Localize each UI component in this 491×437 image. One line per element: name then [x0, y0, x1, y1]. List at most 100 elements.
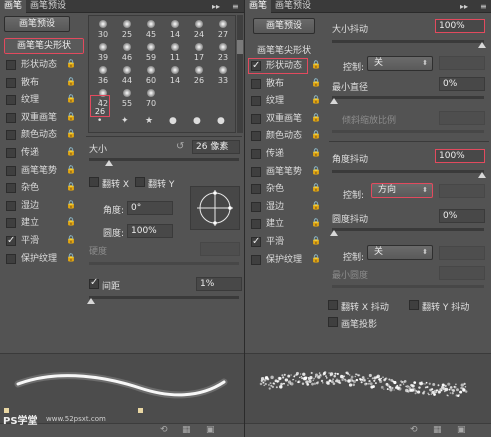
brush-tip-shape-item[interactable]: 画笔笔尖形状: [4, 38, 84, 54]
option-checkbox[interactable]: [6, 148, 16, 158]
option-checkbox[interactable]: [6, 183, 16, 194]
angle-jitter-slider[interactable]: [332, 170, 486, 178]
brush-tip-cell[interactable]: 25: [115, 18, 139, 41]
option-checkbox[interactable]: [251, 184, 261, 195]
option-item[interactable]: 保护纹理 🔒: [4, 252, 84, 266]
option-checkbox[interactable]: [6, 112, 16, 123]
min-diameter-knob[interactable]: [330, 98, 338, 104]
option-item[interactable]: 建立 🔒: [249, 217, 329, 231]
tab-brush[interactable]: 画笔: [0, 0, 27, 13]
control-select-roundness[interactable]: 关 ⬍: [367, 245, 433, 260]
brush-tip-cell[interactable]: 36: [91, 64, 115, 87]
option-item[interactable]: 保护纹理 🔒: [249, 253, 329, 267]
brush-tip-cell[interactable]: 46: [115, 41, 139, 64]
option-checkbox[interactable]: [251, 113, 261, 124]
brush-tip-cell[interactable]: 39: [91, 41, 115, 64]
roundness-field[interactable]: 100%: [127, 224, 173, 238]
option-checkbox[interactable]: [251, 219, 261, 230]
option-item[interactable]: 传递 🔒: [4, 146, 84, 160]
size-jitter-knob[interactable]: [478, 42, 486, 48]
brush-tip-cell[interactable]: 45: [139, 18, 163, 41]
option-item[interactable]: 建立 🔒: [4, 216, 84, 230]
option-checkbox[interactable]: [6, 234, 16, 248]
brush-presets-button[interactable]: 画笔预设: [253, 18, 315, 34]
option-item[interactable]: 纹理 🔒: [4, 93, 84, 107]
angle-jitter-field[interactable]: 100%: [435, 149, 485, 163]
size-slider-knob[interactable]: [105, 160, 113, 166]
option-checkbox[interactable]: [251, 149, 261, 159]
option-checkbox[interactable]: [6, 218, 16, 229]
brush-shape-icon[interactable]: ●: [217, 116, 225, 126]
roundness-jitter-knob[interactable]: [330, 230, 338, 236]
angle-field[interactable]: 0°: [127, 201, 173, 215]
tab-brush-presets[interactable]: 画笔预设: [26, 0, 70, 13]
spacing-checkbox[interactable]: ✓: [89, 277, 99, 289]
option-checkbox[interactable]: [251, 254, 261, 265]
brush-tip-cell[interactable]: 44: [115, 64, 139, 87]
option-checkbox[interactable]: [251, 131, 261, 142]
toggle-icon[interactable]: ⟲: [410, 425, 418, 435]
grid-scrollbar[interactable]: [237, 15, 243, 133]
new-brush-icon[interactable]: ▣: [206, 425, 215, 435]
collapse-icon[interactable]: ▸▸: [212, 1, 220, 12]
brush-tip-cell[interactable]: 27: [211, 18, 235, 41]
brush-tip-shape-item[interactable]: 画笔笔尖形状: [257, 43, 311, 56]
option-checkbox[interactable]: [6, 77, 16, 88]
control-select-size[interactable]: 关 ⬍: [367, 56, 433, 71]
reset-size-icon[interactable]: ↺: [176, 141, 184, 152]
new-brush-icon[interactable]: ▣: [457, 425, 466, 435]
spacing-slider[interactable]: [87, 296, 239, 304]
toggle-icon[interactable]: ⟲: [160, 425, 168, 435]
brush-tip-cell[interactable]: 26: [187, 64, 211, 87]
option-checkbox[interactable]: [6, 130, 16, 141]
option-item[interactable]: 颜色动态 🔒: [249, 129, 329, 143]
option-checkbox[interactable]: [251, 235, 261, 249]
option-item[interactable]: 平滑 🔒: [249, 235, 329, 249]
brush-shape-icon[interactable]: ✦: [121, 116, 129, 126]
brush-shape-icon[interactable]: ★: [145, 116, 153, 126]
tab-brush-presets[interactable]: 画笔预设: [271, 0, 315, 13]
roundness-jitter-field[interactable]: 0%: [439, 209, 485, 223]
option-checkbox[interactable]: [6, 200, 16, 211]
flip-x-checkbox[interactable]: [89, 177, 99, 187]
panel-menu-icon[interactable]: ≡: [232, 1, 239, 12]
brush-tip-cell[interactable]: 33: [211, 64, 235, 87]
brush-tip-cell[interactable]: 14: [163, 64, 187, 87]
size-jitter-slider[interactable]: [332, 40, 486, 48]
brush-tip-cell[interactable]: 14: [163, 18, 187, 41]
option-item[interactable]: 画笔笔势 🔒: [4, 164, 84, 178]
angle-jitter-knob[interactable]: [478, 172, 486, 178]
brush-shape-icon[interactable]: ●: [193, 116, 201, 126]
option-checkbox[interactable]: [6, 95, 16, 106]
collapse-icon[interactable]: ▸▸: [460, 1, 468, 12]
control-select-angle[interactable]: 方向 ⬍: [371, 183, 433, 198]
option-checkbox[interactable]: [251, 96, 261, 107]
size-field[interactable]: 26 像素: [192, 140, 240, 154]
option-item[interactable]: 纹理 🔒: [249, 94, 329, 108]
brush-projection-checkbox[interactable]: [328, 317, 338, 327]
option-item[interactable]: 散布 🔒: [4, 76, 84, 90]
size-jitter-field[interactable]: 100%: [435, 19, 485, 33]
brush-tip-cell[interactable]: 11: [163, 41, 187, 64]
brush-tip-cell[interactable]: 24: [187, 18, 211, 41]
brush-tip-cell[interactable]: 70: [139, 87, 163, 110]
min-diameter-field[interactable]: 0%: [439, 77, 485, 91]
brush-tip-cell-selected[interactable]: · 26: [91, 96, 109, 116]
flip-y-checkbox[interactable]: [135, 177, 145, 187]
brush-tip-cell[interactable]: 30: [91, 18, 115, 41]
option-checkbox[interactable]: [251, 166, 261, 177]
brush-presets-button[interactable]: 画笔预设: [4, 16, 70, 32]
grid-icon[interactable]: ▦: [182, 425, 191, 435]
option-checkbox[interactable]: [251, 201, 261, 212]
option-checkbox[interactable]: [6, 165, 16, 176]
option-item[interactable]: 形状动态 🔒: [4, 58, 84, 72]
flip-x-jitter-checkbox[interactable]: [328, 300, 338, 310]
option-item[interactable]: 散布 🔒: [249, 77, 329, 91]
min-diameter-slider[interactable]: [330, 96, 484, 104]
option-item[interactable]: 传递 🔒: [249, 147, 329, 161]
option-item[interactable]: 画笔笔势 🔒: [249, 165, 329, 179]
option-item[interactable]: 湿边 🔒: [249, 200, 329, 214]
tab-brush[interactable]: 画笔: [245, 0, 272, 13]
option-item[interactable]: 湿边 🔒: [4, 199, 84, 213]
size-slider[interactable]: [89, 158, 239, 166]
